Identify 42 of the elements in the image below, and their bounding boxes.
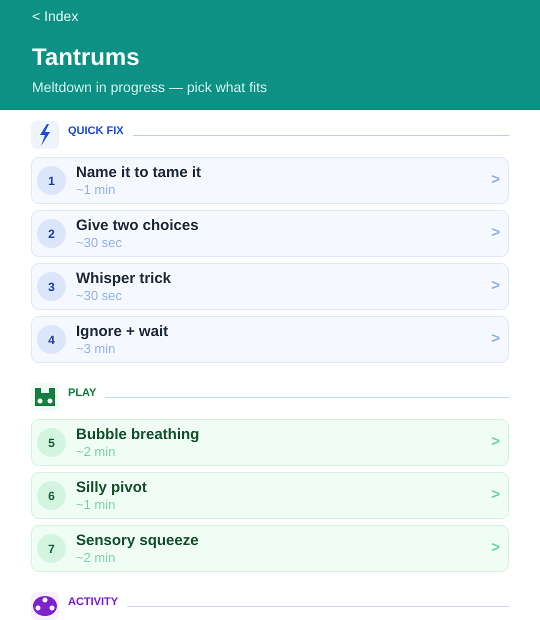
technique-title: Ignore + wait	[76, 322, 170, 340]
duration-text: ~1 min	[76, 496, 116, 512]
section-title: PLAY	[68, 386, 96, 400]
duration-text: ~1 min	[76, 182, 116, 198]
chevron-text: >	[491, 170, 500, 190]
technique-title: Bubble breathing	[76, 426, 200, 444]
chevron-text: >	[491, 432, 500, 452]
page-title: Tantrums	[32, 43, 141, 73]
step-number: 6	[37, 481, 66, 510]
technique-title: Whisper trick	[76, 270, 172, 288]
step-number: 2	[37, 219, 66, 248]
technique-title: Silly pivot	[76, 478, 148, 496]
duration-text: ~30 sec	[76, 288, 123, 304]
back-link[interactable]: < Index	[32, 7, 508, 25]
technique-card[interactable]: 7 Sensory squeeze ~2 min >	[31, 525, 509, 572]
duration-text: ~2 min	[76, 550, 116, 566]
technique-card[interactable]: 4 Ignore + wait ~3 min >	[31, 316, 509, 363]
duration-text: ~3 min	[76, 340, 116, 356]
technique-title: Name it to tame it	[76, 164, 202, 182]
step-number: 3	[37, 272, 66, 301]
technique-card[interactable]: 3 Whisper trick ~30 sec >	[31, 263, 509, 310]
chevron-text: >	[491, 223, 500, 244]
section-title: ACTIVITY	[68, 595, 118, 609]
section-title: QUICK FIX	[68, 124, 124, 138]
page-subtitle: Meltdown in progress — pick what fits	[32, 78, 268, 96]
technique-title: Give two choices	[76, 216, 200, 234]
chevron-text: >	[491, 485, 500, 506]
technique-card[interactable]: 6 Silly pivot ~1 min >	[31, 472, 509, 519]
step-number: 5	[37, 428, 66, 457]
duration-text: ~2 min	[76, 444, 116, 460]
technique-card[interactable]: 5 Bubble breathing ~2 min >	[31, 419, 509, 466]
technique-card[interactable]: 2 Give two choices ~30 sec >	[31, 210, 509, 257]
step-number: 1	[37, 166, 66, 195]
chevron-text: >	[491, 329, 500, 350]
lightning-icon	[38, 124, 52, 146]
step-number: 4	[37, 325, 66, 354]
technique-card[interactable]: 1 Name it to tame it ~1 min >	[31, 157, 509, 204]
step-number: 7	[37, 534, 66, 563]
chevron-text: >	[491, 276, 500, 296]
chevron-text: >	[491, 538, 500, 558]
technique-title: Sensory squeeze	[76, 532, 200, 550]
duration-text: ~30 sec	[76, 234, 123, 250]
